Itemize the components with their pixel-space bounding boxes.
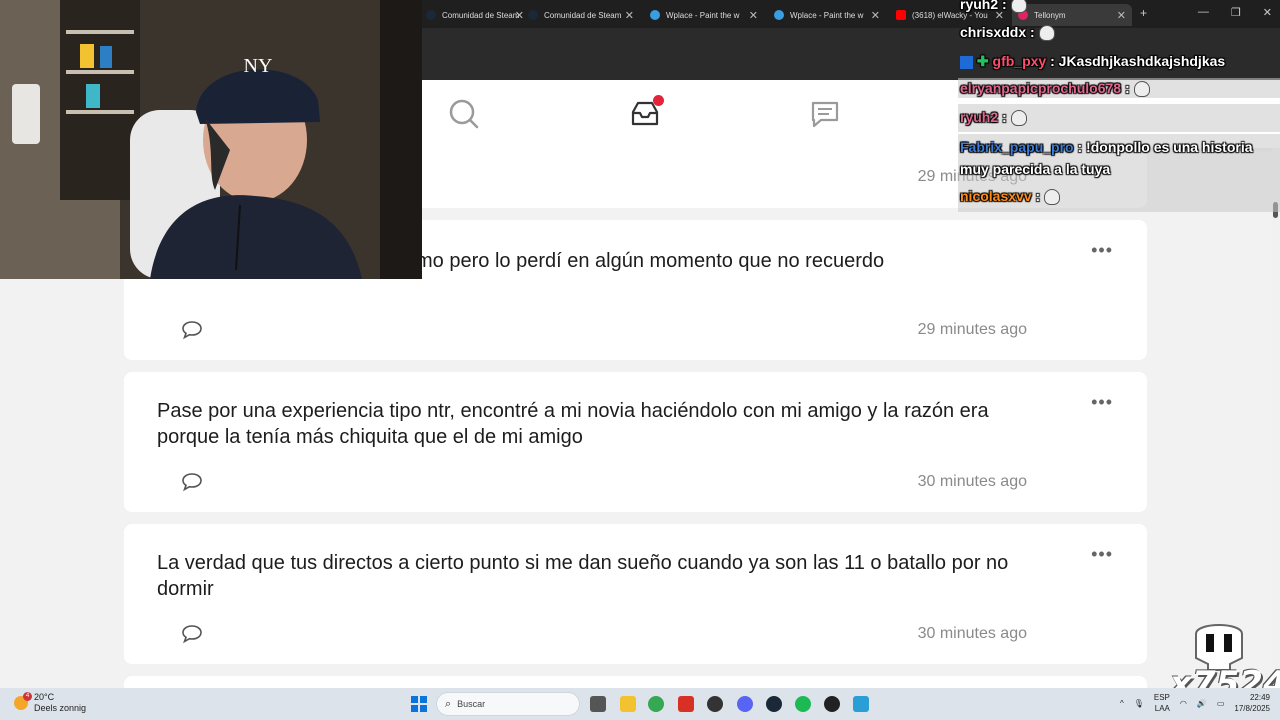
comment-icon[interactable] bbox=[180, 319, 204, 341]
chat-message: chrisxddx : bbox=[960, 22, 1055, 42]
svg-text:NY: NY bbox=[244, 55, 273, 77]
language-indicator[interactable]: ESP LAA bbox=[1154, 692, 1170, 714]
xbox-icon[interactable] bbox=[707, 696, 723, 712]
steam-icon bbox=[426, 10, 436, 20]
browser-tab[interactable]: Wplace - Paint the w ✕ bbox=[768, 4, 886, 26]
tab-label: Wplace - Paint the w bbox=[790, 10, 864, 20]
youtube-icon bbox=[896, 10, 906, 20]
chat-message: nicolasxvv : bbox=[960, 186, 1061, 206]
webcam-image: NY bbox=[0, 0, 422, 279]
wifi-icon[interactable]: ◠ bbox=[1180, 699, 1187, 708]
messages-icon[interactable] bbox=[809, 98, 841, 130]
screen: Comunidad de Steam ✕ Comunidad de Steam … bbox=[0, 0, 1280, 720]
chat-message: ryuh2 : bbox=[960, 0, 1027, 14]
stream-chat-overlay: ryuh2 : chrisxddx : ✚ gfb_pxy : JKasdhjk… bbox=[958, 0, 1280, 212]
chat-username: elryanpapicprochulo678 bbox=[960, 80, 1122, 96]
chat-username: chrisxddx bbox=[960, 24, 1027, 40]
tell-card: La verdad que tus directos a cierto punt… bbox=[124, 524, 1147, 664]
chat-username: Fabrix_papu_pro bbox=[960, 139, 1074, 155]
scrollbar-track[interactable] bbox=[1272, 148, 1280, 688]
browser-tab[interactable]: Wplace - Paint the w ✕ bbox=[644, 4, 764, 26]
chat-username: ryuh2 bbox=[960, 0, 999, 12]
spotify-icon[interactable] bbox=[795, 696, 811, 712]
comment-icon[interactable] bbox=[180, 471, 204, 493]
close-icon[interactable]: ✕ bbox=[871, 9, 880, 22]
tab-label: Comunidad de Steam bbox=[544, 10, 622, 20]
search-icon: ⌕ bbox=[445, 697, 452, 710]
task-view-icon[interactable] bbox=[590, 696, 606, 712]
chat-username: ryuh2 bbox=[960, 109, 999, 125]
chat-message: Fabrix_papu_pro : !donpollo es una histo… bbox=[960, 139, 1253, 177]
weather-widget[interactable]: 4 20°C Deels zonnig bbox=[14, 692, 86, 714]
chat-username: gfb_pxy bbox=[992, 53, 1047, 69]
tab-label: Comunidad de Steam bbox=[442, 10, 520, 20]
volume-icon[interactable]: 🔊 bbox=[1197, 699, 1207, 708]
chat-message: ryuh2 : bbox=[960, 107, 1027, 127]
emote-icon bbox=[1010, 110, 1027, 127]
search-placeholder: Buscar bbox=[457, 699, 486, 709]
steam-icon[interactable] bbox=[766, 696, 782, 712]
taskbar-search[interactable]: ⌕ Buscar bbox=[436, 692, 580, 716]
file-explorer-icon[interactable] bbox=[620, 696, 636, 712]
browser-tab[interactable]: Comunidad de Steam ✕ bbox=[420, 4, 530, 26]
tab-label: Wplace - Paint the w bbox=[666, 10, 740, 20]
steam-icon bbox=[528, 10, 538, 20]
emote-icon bbox=[1038, 25, 1055, 42]
more-options-button[interactable]: ••• bbox=[1091, 392, 1113, 413]
chat-message: ✚ gfb_pxy : JKasdhjkashdkajshdjkas bbox=[960, 51, 1225, 71]
more-options-button[interactable]: ••• bbox=[1091, 240, 1113, 261]
notepad-icon[interactable] bbox=[853, 696, 869, 712]
start-button[interactable] bbox=[411, 696, 427, 712]
notification-count: 4 bbox=[23, 692, 32, 701]
badge-icon bbox=[960, 55, 973, 69]
system-tray: ^ 🎙 ESP LAA ◠ 🔊 ▭ 22:49 17/8/2025 bbox=[1120, 692, 1270, 714]
weather-temp: 20°C bbox=[34, 692, 55, 702]
emote-icon bbox=[1044, 189, 1061, 206]
obs-icon[interactable] bbox=[824, 696, 840, 712]
webcam-overlay: NY bbox=[0, 0, 422, 279]
clock[interactable]: 22:49 17/8/2025 bbox=[1234, 692, 1270, 714]
close-icon[interactable]: ✕ bbox=[749, 9, 758, 22]
comment-icon[interactable] bbox=[180, 623, 204, 645]
chat-message: elryanpapicprochulo678 : bbox=[960, 78, 1150, 98]
close-icon[interactable]: ✕ bbox=[625, 9, 634, 22]
chat-text: JKasdhjkashdkajshdjkas bbox=[1058, 53, 1226, 69]
timestamp: 29 minutes ago bbox=[917, 321, 1027, 338]
emote-icon bbox=[1010, 0, 1027, 14]
tell-text: Pase por una experiencia tipo ntr, encon… bbox=[157, 400, 989, 448]
tell-card: Pase por una experiencia tipo ntr, encon… bbox=[124, 372, 1147, 512]
tell-text: La verdad que tus directos a cierto punt… bbox=[157, 552, 1009, 600]
tray-chevron-icon[interactable]: ^ bbox=[1120, 699, 1124, 708]
discord-icon[interactable] bbox=[737, 696, 753, 712]
emote-icon bbox=[1133, 81, 1150, 98]
timestamp: 30 minutes ago bbox=[917, 625, 1027, 642]
search-icon[interactable] bbox=[448, 98, 480, 130]
wplace-icon bbox=[650, 10, 660, 20]
more-options-button[interactable]: ••• bbox=[1091, 544, 1113, 565]
microphone-icon[interactable]: 🎙 bbox=[1134, 699, 1144, 708]
chat-username: nicolasxvv bbox=[960, 188, 1032, 204]
battery-icon[interactable]: ▭ bbox=[1217, 699, 1225, 708]
notification-badge bbox=[653, 95, 664, 106]
weather-icon: 4 bbox=[14, 692, 32, 710]
chrome-icon[interactable] bbox=[648, 696, 664, 712]
wplace-icon bbox=[774, 10, 784, 20]
badge-icon: ✚ bbox=[976, 53, 989, 69]
windows-taskbar: 4 20°C Deels zonnig ⌕ Buscar ^ 🎙 ESP LAA… bbox=[0, 688, 1280, 720]
weather-description: Deels zonnig bbox=[34, 703, 87, 713]
app-icon[interactable] bbox=[678, 696, 694, 712]
timestamp: 30 minutes ago bbox=[917, 473, 1027, 490]
browser-tab[interactable]: Comunidad de Steam ✕ bbox=[522, 4, 640, 26]
